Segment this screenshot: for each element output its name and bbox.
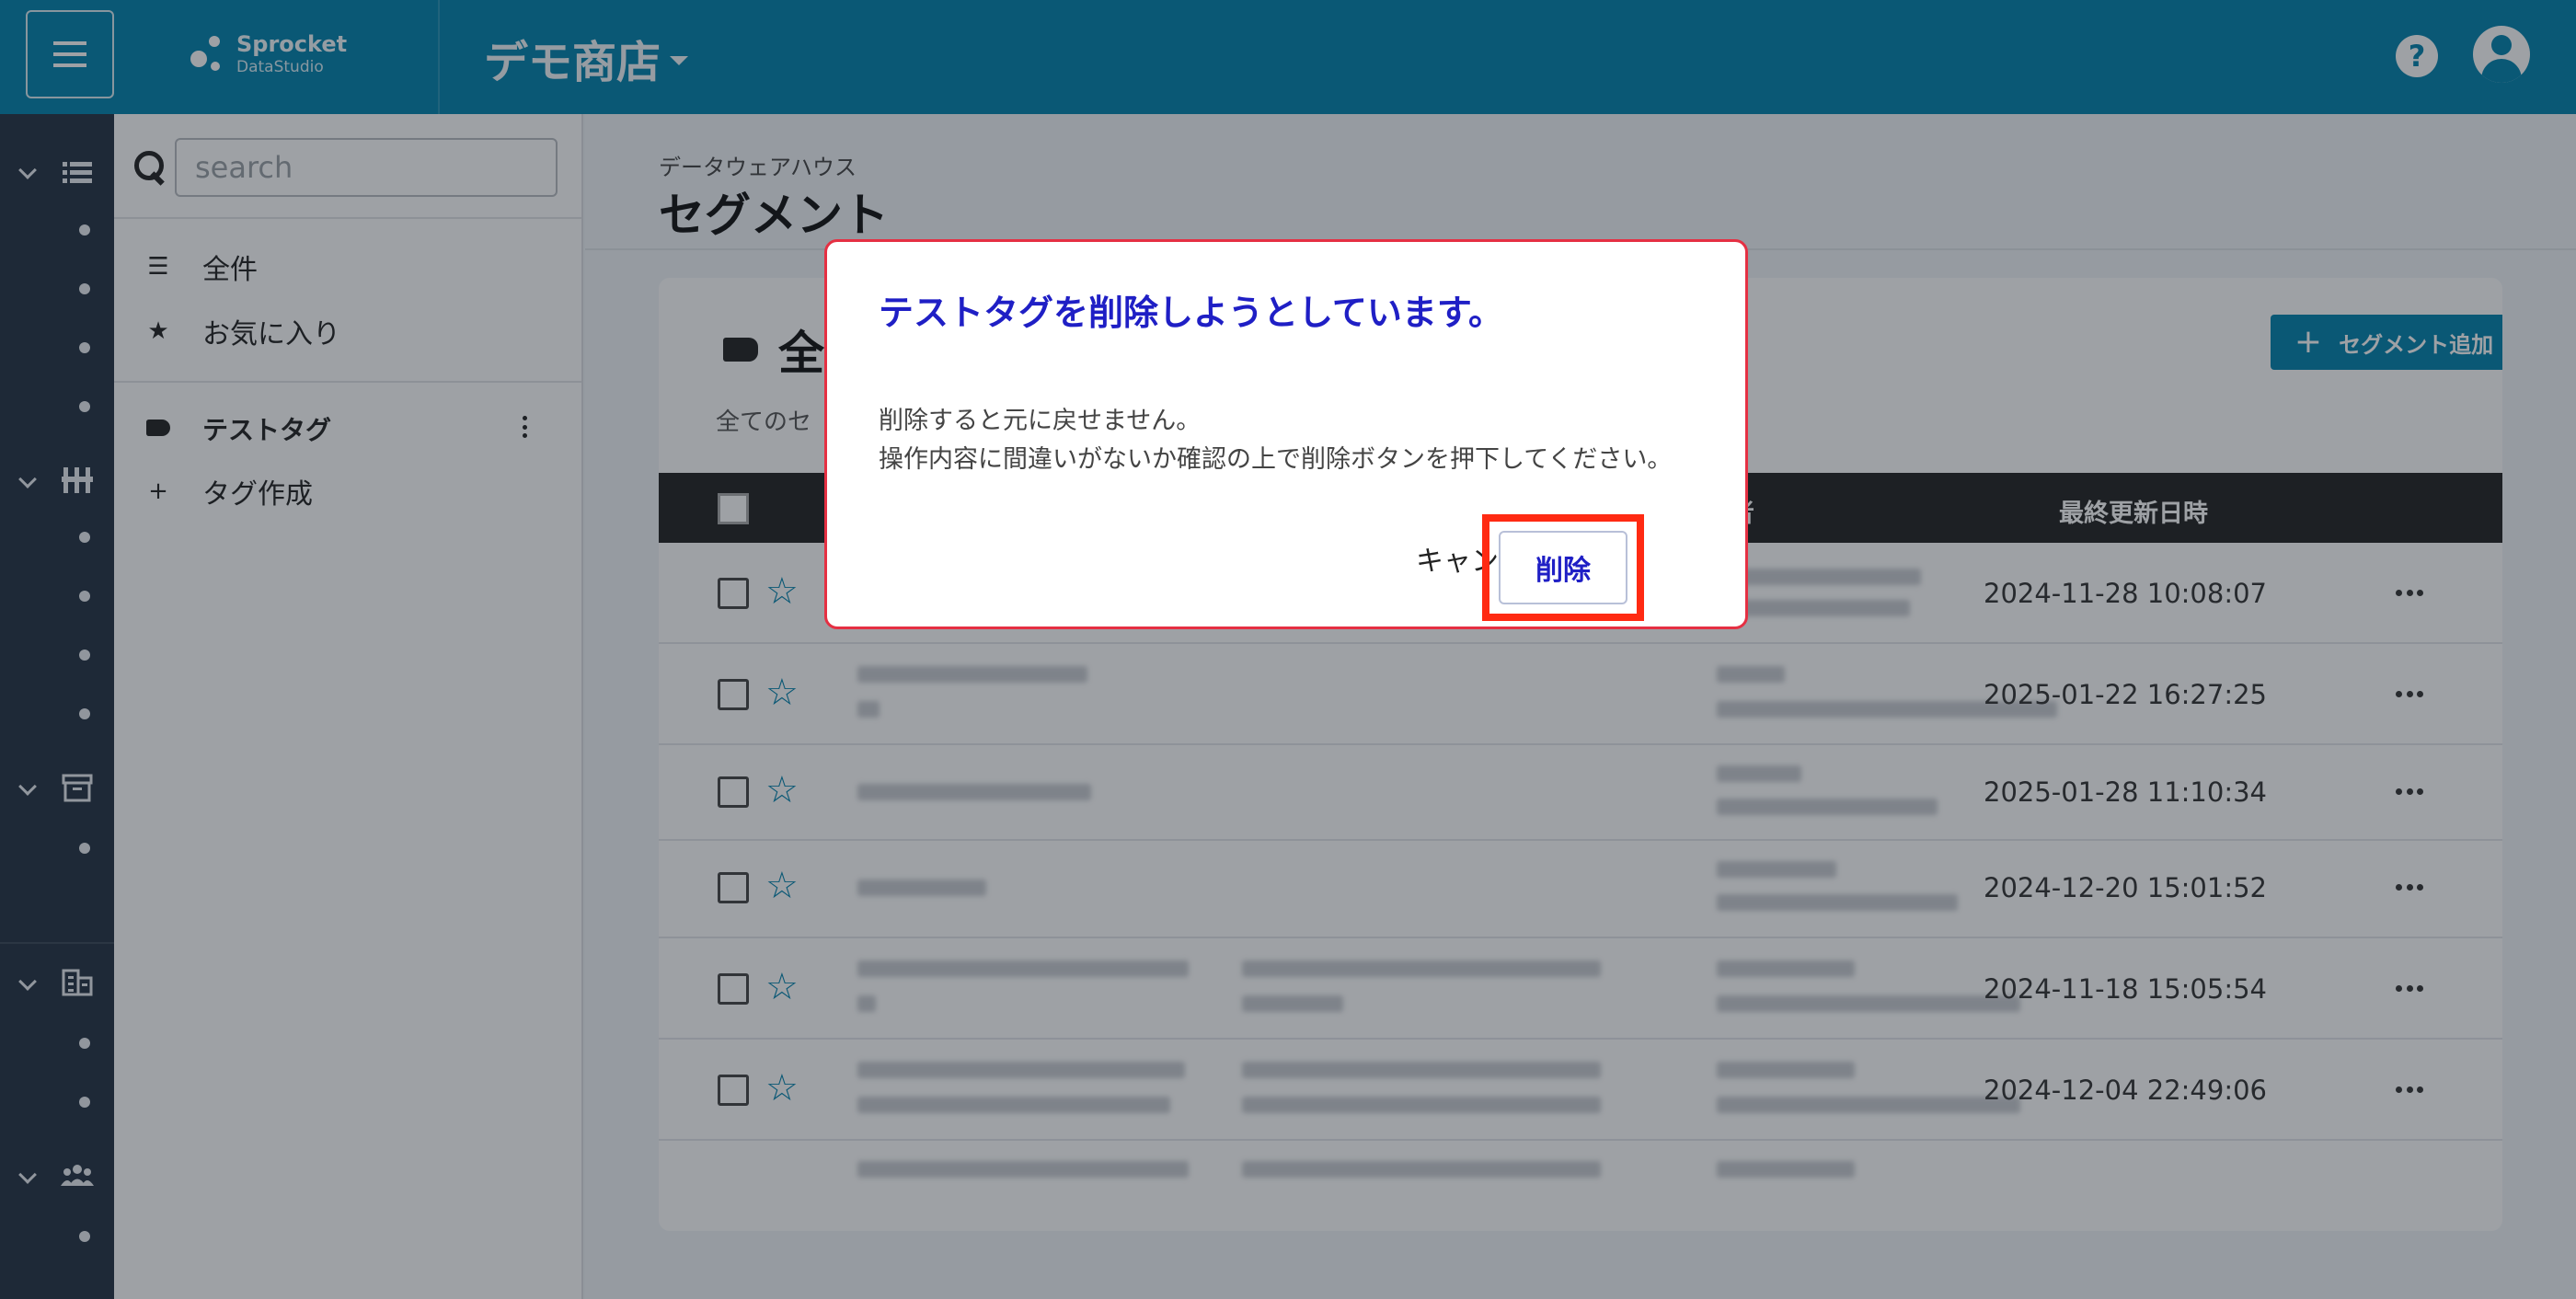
delete-confirm-dialog: テストタグを削除しようとしています。 削除すると元に戻せません。 操作内容に間違… — [824, 239, 1748, 629]
dialog-title: テストタグを削除しようとしています。 — [879, 293, 1504, 333]
modal-backdrop[interactable] — [0, 0, 2576, 1299]
delete-button[interactable]: 削除 — [1499, 531, 1627, 604]
dialog-body-line: 削除すると元に戻せません。 — [879, 407, 1202, 435]
dialog-body: 削除すると元に戻せません。 操作内容に間違いがないか確認の上で削除ボタンを押下し… — [879, 402, 1672, 479]
dialog-body-line: 操作内容に間違いがないか確認の上で削除ボタンを押下してください。 — [879, 445, 1673, 474]
